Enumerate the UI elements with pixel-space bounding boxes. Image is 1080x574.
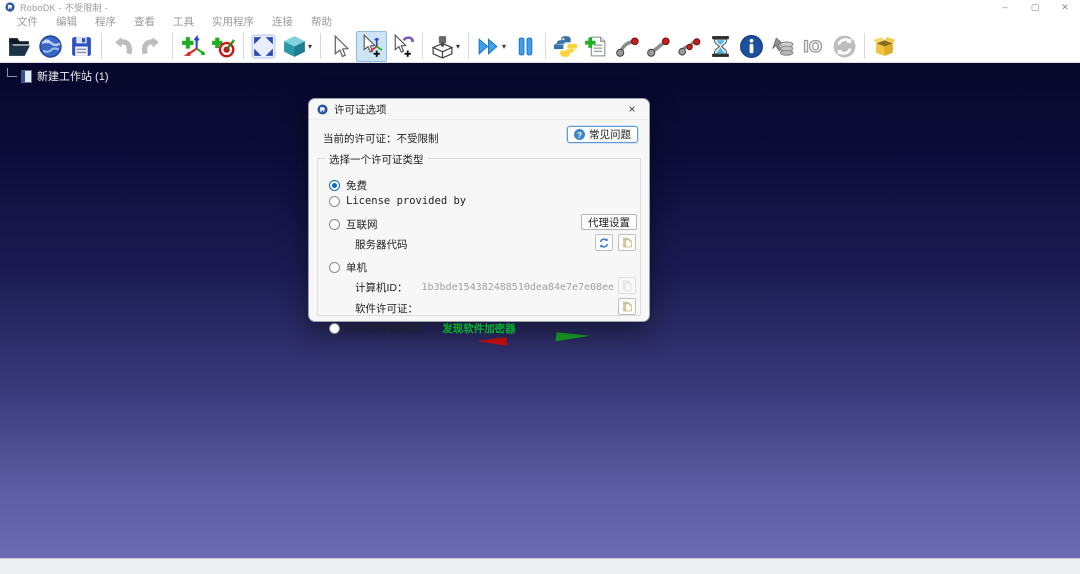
redo-icon[interactable]	[137, 31, 168, 62]
toolbar-separator	[320, 33, 321, 59]
dialog-titlebar[interactable]: 许可证选项 ×	[309, 99, 649, 120]
radio-standalone-label: 单机	[346, 262, 367, 274]
station-label: 新建工作站 (1)	[37, 71, 109, 83]
radio-row-free[interactable]: 免费	[329, 178, 367, 193]
y-axis-green-arrow	[555, 332, 591, 345]
move-reference-cursor-icon[interactable]	[356, 30, 387, 62]
computer-id-row: 计算机ID： 1b3bde154382488510dea84e7e7e08ee	[355, 280, 614, 295]
minimize-button[interactable]: –	[990, 0, 1020, 14]
robodk-logo-icon	[317, 103, 328, 115]
window-controls: – ▢ ✕	[990, 0, 1080, 14]
add-program-icon[interactable]	[581, 31, 612, 62]
open-library-globe-icon[interactable]	[35, 31, 66, 62]
wait-instruction-icon[interactable]	[705, 31, 736, 62]
menu-help[interactable]: 帮助	[302, 14, 341, 30]
toolbar-separator	[243, 33, 244, 59]
undo-icon[interactable]	[106, 31, 137, 62]
add-reference-frame-icon[interactable]	[177, 31, 208, 62]
radio-free-label: 免费	[346, 180, 367, 192]
toolbar-separator	[172, 33, 173, 59]
set-io-instruction-icon[interactable]: IO	[798, 31, 829, 62]
radio-row-standalone[interactable]: 单机	[329, 260, 367, 275]
menu-connect[interactable]: 连接	[263, 14, 302, 30]
toolbar-separator	[468, 33, 469, 59]
menubar: 文件 编辑 程序 查看 工具 实用程序 连接 帮助	[0, 14, 1080, 30]
synchronize-icon[interactable]	[829, 31, 860, 62]
package-export-icon[interactable]	[869, 31, 900, 62]
robodk-window: RoboDK - 不受限制 - – ▢ ✕ 文件 编辑 程序 查看 工具 实用程…	[0, 0, 1080, 574]
copy-computer-id-button[interactable]	[618, 277, 636, 294]
dialog-title: 许可证选项	[334, 103, 387, 116]
pause-simulation-icon[interactable]	[510, 31, 541, 62]
radio-license-provided[interactable]	[329, 195, 340, 207]
radio-row-internet[interactable]: 互联网	[329, 217, 378, 232]
svg-text:IO: IO	[803, 38, 822, 56]
license-type-group-title: 选择一个许可证类型	[325, 152, 428, 167]
menu-tools[interactable]: 工具	[164, 14, 203, 30]
radio-usb-dongle[interactable]	[329, 323, 340, 334]
faq-button[interactable]: ? 常见问题	[567, 126, 638, 143]
run-program-fast-icon[interactable]	[473, 31, 504, 62]
close-button[interactable]: ✕	[1050, 0, 1080, 14]
menu-view[interactable]: 查看	[125, 14, 164, 30]
refresh-server-code-button[interactable]	[595, 234, 613, 251]
radio-internet[interactable]	[329, 219, 340, 230]
radio-row-usb-dongle[interactable]: USB软件保护器 发现软件加密器	[329, 321, 516, 336]
maximize-button[interactable]: ▢	[1020, 0, 1050, 14]
menu-file[interactable]: 文件	[8, 14, 47, 30]
open-station-icon[interactable]	[4, 31, 35, 62]
radio-internet-label: 互联网	[346, 219, 378, 231]
detect-dongle-link[interactable]: 发现软件加密器	[442, 321, 516, 336]
dialog-body: 当前的许可证：不受限制 ? 常见问题 选择一个许可证类型 免费 License …	[309, 120, 649, 335]
dialog-close-button[interactable]: ×	[623, 102, 641, 116]
license-options-dialog: 许可证选项 × 当前的许可证：不受限制 ? 常见问题 选择一个许可证类型 免费 …	[308, 98, 650, 335]
toolbar-separator	[101, 33, 102, 59]
toolbar: ▾ ▾ ▾ IO	[0, 30, 1080, 63]
tree-branch-line	[7, 68, 17, 77]
paste-license-button[interactable]	[618, 298, 636, 315]
fit-to-screen-icon[interactable]	[248, 31, 279, 62]
status-bar	[0, 558, 1080, 574]
computer-id-value: 1b3bde154382488510dea84e7e7e08ee	[421, 282, 615, 293]
toolbar-separator	[545, 33, 546, 59]
question-icon: ?	[574, 129, 585, 140]
robodk-logo-icon	[5, 2, 15, 12]
paste-server-code-button[interactable]	[618, 234, 636, 251]
window-title: RoboDK - 不受限制 -	[20, 2, 109, 13]
toolbar-separator	[864, 33, 865, 59]
proxy-settings-button[interactable]: 代理设置	[581, 214, 637, 230]
server-code-label: 服务器代码	[355, 239, 408, 251]
move-circular-instruction-icon[interactable]	[674, 31, 705, 62]
titlebar: RoboDK - 不受限制 - – ▢ ✕	[0, 0, 1080, 14]
isometric-view-cube-icon[interactable]	[279, 31, 310, 62]
radio-usb-dongle-label: USB软件保护器	[346, 323, 421, 335]
add-python-script-icon[interactable]	[550, 31, 581, 62]
menu-program[interactable]: 程序	[86, 14, 125, 30]
toolbar-separator	[422, 33, 423, 59]
set-speed-instruction-icon[interactable]	[767, 31, 798, 62]
faq-button-label: 常见问题	[589, 129, 631, 141]
move-object-cursor-icon[interactable]	[387, 31, 418, 62]
radio-license-provided-label: License provided by	[346, 195, 467, 207]
radio-free[interactable]	[329, 180, 340, 191]
current-license-text: 当前的许可证：不受限制	[323, 133, 439, 145]
menu-edit[interactable]: 编辑	[47, 14, 86, 30]
select-cursor-icon[interactable]	[325, 31, 356, 62]
menu-utilities[interactable]: 实用程序	[203, 14, 263, 30]
computer-id-label: 计算机ID：	[355, 282, 408, 294]
software-license-label: 软件许可证：	[355, 303, 418, 315]
move-joint-instruction-icon[interactable]	[612, 31, 643, 62]
move-linear-instruction-icon[interactable]	[643, 31, 674, 62]
add-tool-icon[interactable]	[427, 31, 458, 62]
show-message-instruction-icon[interactable]	[736, 31, 767, 62]
x-axis-red-arrow	[476, 336, 508, 351]
station-icon	[21, 69, 32, 83]
add-target-icon[interactable]	[208, 31, 239, 62]
radio-row-license-provided[interactable]: License provided by	[329, 195, 466, 207]
save-station-icon[interactable]	[66, 31, 97, 62]
tree-item-station[interactable]: 新建工作站 (1)	[7, 68, 109, 84]
radio-standalone[interactable]	[329, 262, 340, 273]
